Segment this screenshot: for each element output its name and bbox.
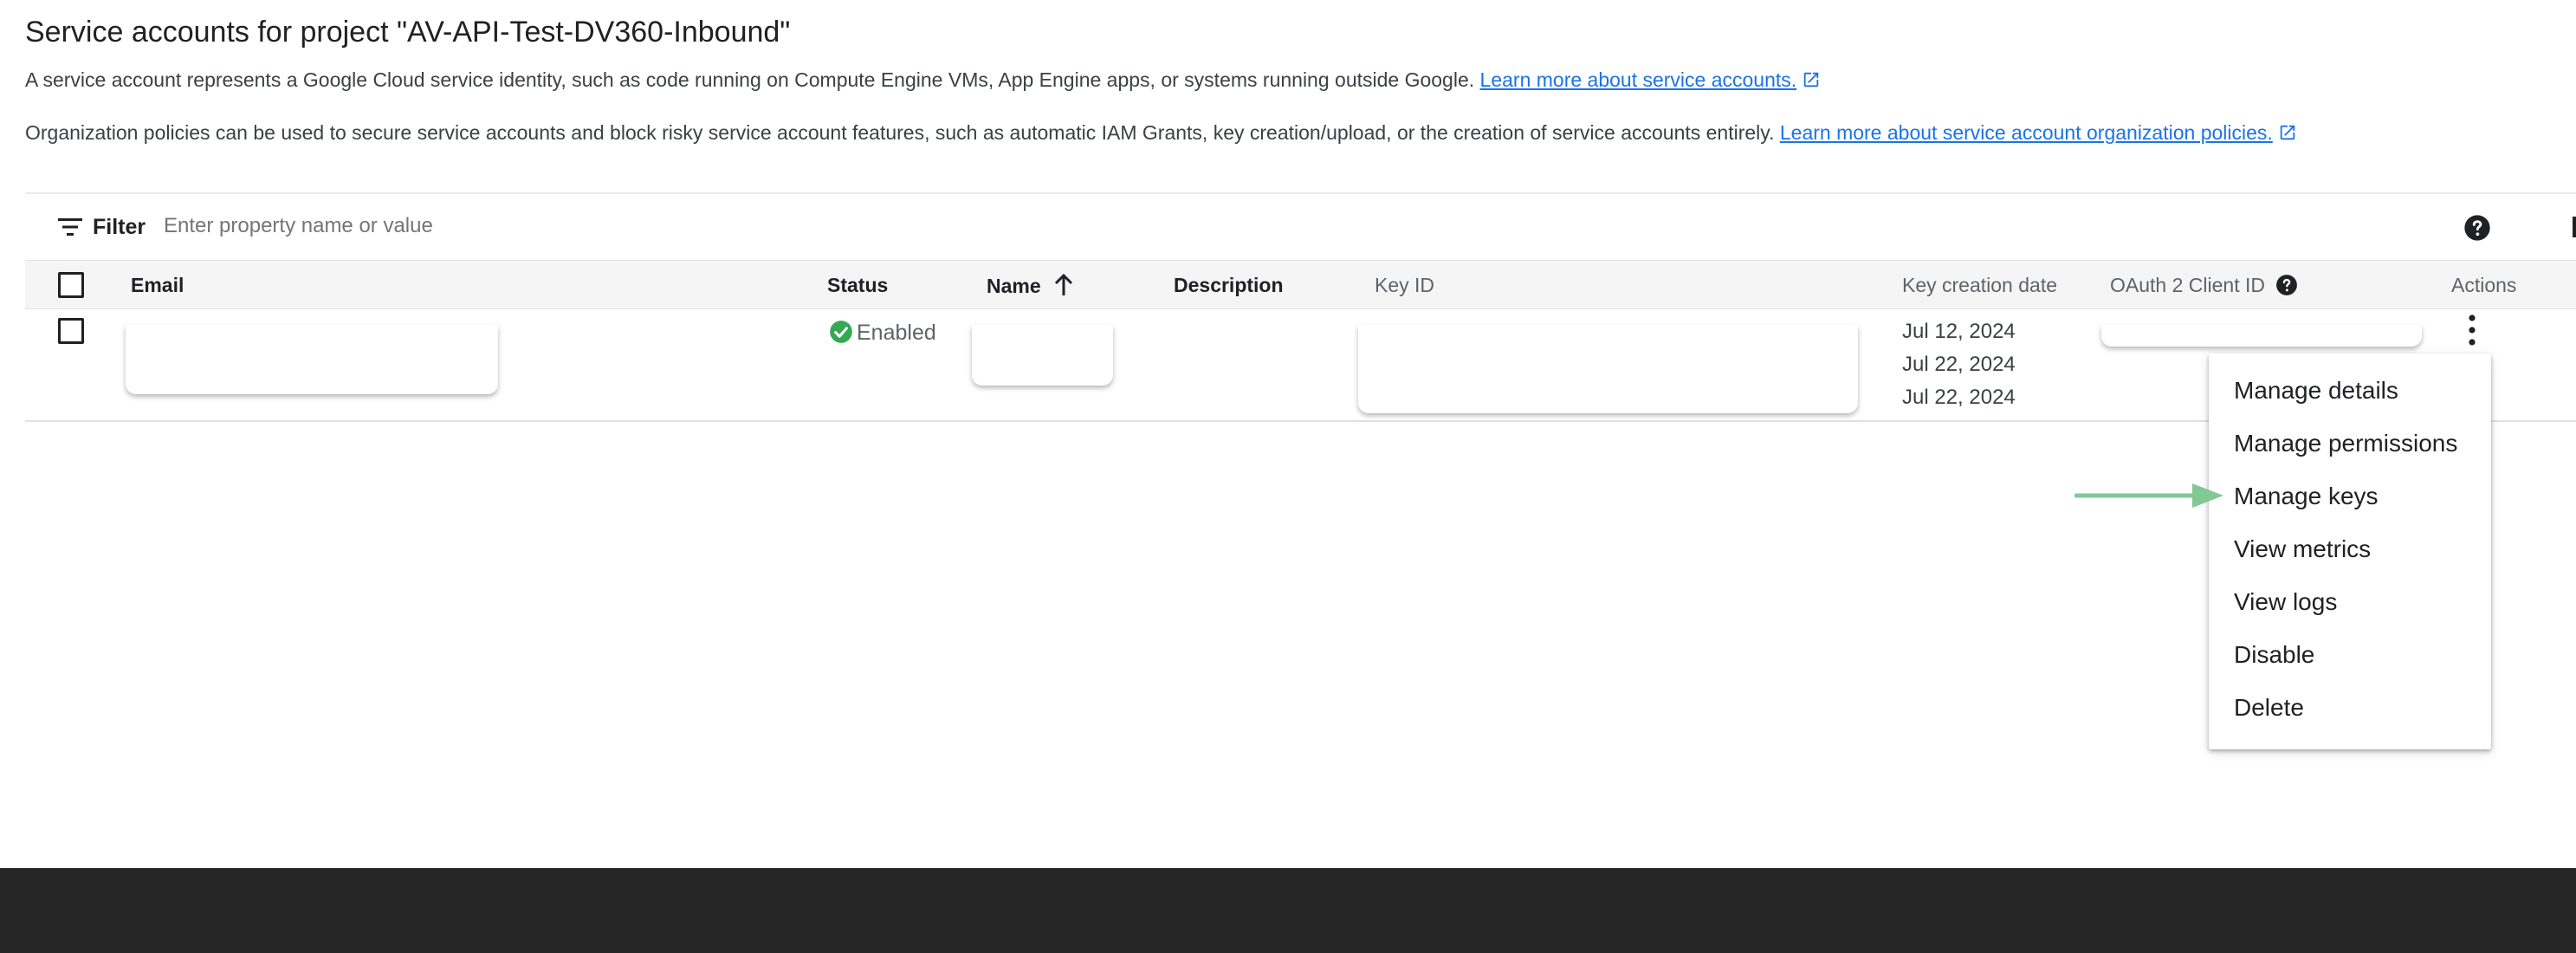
row-checkbox[interactable] — [58, 318, 84, 344]
column-header-status[interactable]: Status — [827, 274, 888, 297]
learn-more-org-policies-link[interactable]: Learn more about service account organiz… — [1780, 121, 2297, 144]
filter-input[interactable] — [164, 206, 943, 246]
key-creation-date: Jul 22, 2024 — [1902, 353, 2016, 376]
filter-label[interactable]: Filter — [93, 215, 146, 240]
help-icon[interactable] — [2275, 274, 2298, 296]
check-circle-icon — [830, 321, 852, 343]
learn-more-service-accounts-link[interactable]: Learn more about service accounts. — [1480, 68, 1822, 91]
description-text: A service account represents a Google Cl… — [25, 68, 1475, 91]
menu-item-view-metrics[interactable]: View metrics — [2234, 535, 2371, 563]
column-header-oauth-client-id[interactable]: OAuth 2 Client ID — [2110, 274, 2298, 297]
table-header: Email Status Name Description Key ID Key… — [25, 260, 2576, 309]
filter-bar: Filter — [25, 194, 2576, 260]
redacted-oauth-client-id — [2101, 325, 2422, 347]
column-header-key-id[interactable]: Key ID — [1375, 274, 1434, 297]
filter-icon[interactable] — [58, 217, 82, 237]
more-vert-icon[interactable] — [2461, 313, 2483, 347]
sort-ascending-icon[interactable] — [1053, 274, 1074, 296]
table-row: Enabled Jul 12, 2024 Jul 22, 2024 Jul 22… — [25, 309, 2576, 422]
actions-menu: Manage details Manage permissions Manage… — [2209, 353, 2491, 749]
menu-item-view-logs[interactable]: View logs — [2234, 588, 2337, 616]
status-badge: Enabled — [829, 320, 936, 346]
columns-icon[interactable] — [2572, 215, 2576, 239]
external-link-icon — [1803, 72, 1819, 88]
external-link-icon — [2280, 125, 2295, 140]
help-icon[interactable] — [2463, 214, 2491, 242]
key-creation-date: Jul 12, 2024 — [1902, 320, 2016, 343]
column-header-description[interactable]: Description — [1174, 274, 1284, 297]
redacted-key-id — [1358, 325, 1858, 413]
menu-item-delete[interactable]: Delete — [2234, 694, 2304, 722]
column-header-email[interactable]: Email — [131, 274, 184, 297]
column-header-key-creation-date[interactable]: Key creation date — [1902, 274, 2057, 297]
column-header-name[interactable]: Name — [987, 274, 1074, 298]
redacted-email — [126, 325, 498, 394]
footer-bar — [0, 868, 2576, 953]
description-text: Organization policies can be used to sec… — [25, 121, 1775, 144]
key-creation-date: Jul 22, 2024 — [1902, 386, 2016, 409]
pointer-arrow-icon — [2074, 483, 2223, 508]
column-header-actions: Actions — [2451, 274, 2517, 296]
menu-item-manage-keys[interactable]: Manage keys — [2234, 483, 2379, 510]
menu-item-manage-permissions[interactable]: Manage permissions — [2234, 430, 2457, 457]
menu-item-disable[interactable]: Disable — [2234, 641, 2314, 669]
select-all-checkbox[interactable] — [58, 272, 84, 298]
organization-policies-description: Organization policies can be used to sec… — [25, 121, 2297, 145]
service-accounts-description: A service account represents a Google Cl… — [25, 68, 1821, 92]
page-title: Service accounts for project "AV-API-Tes… — [25, 16, 791, 49]
redacted-name — [972, 325, 1113, 386]
menu-item-manage-details[interactable]: Manage details — [2234, 377, 2398, 405]
